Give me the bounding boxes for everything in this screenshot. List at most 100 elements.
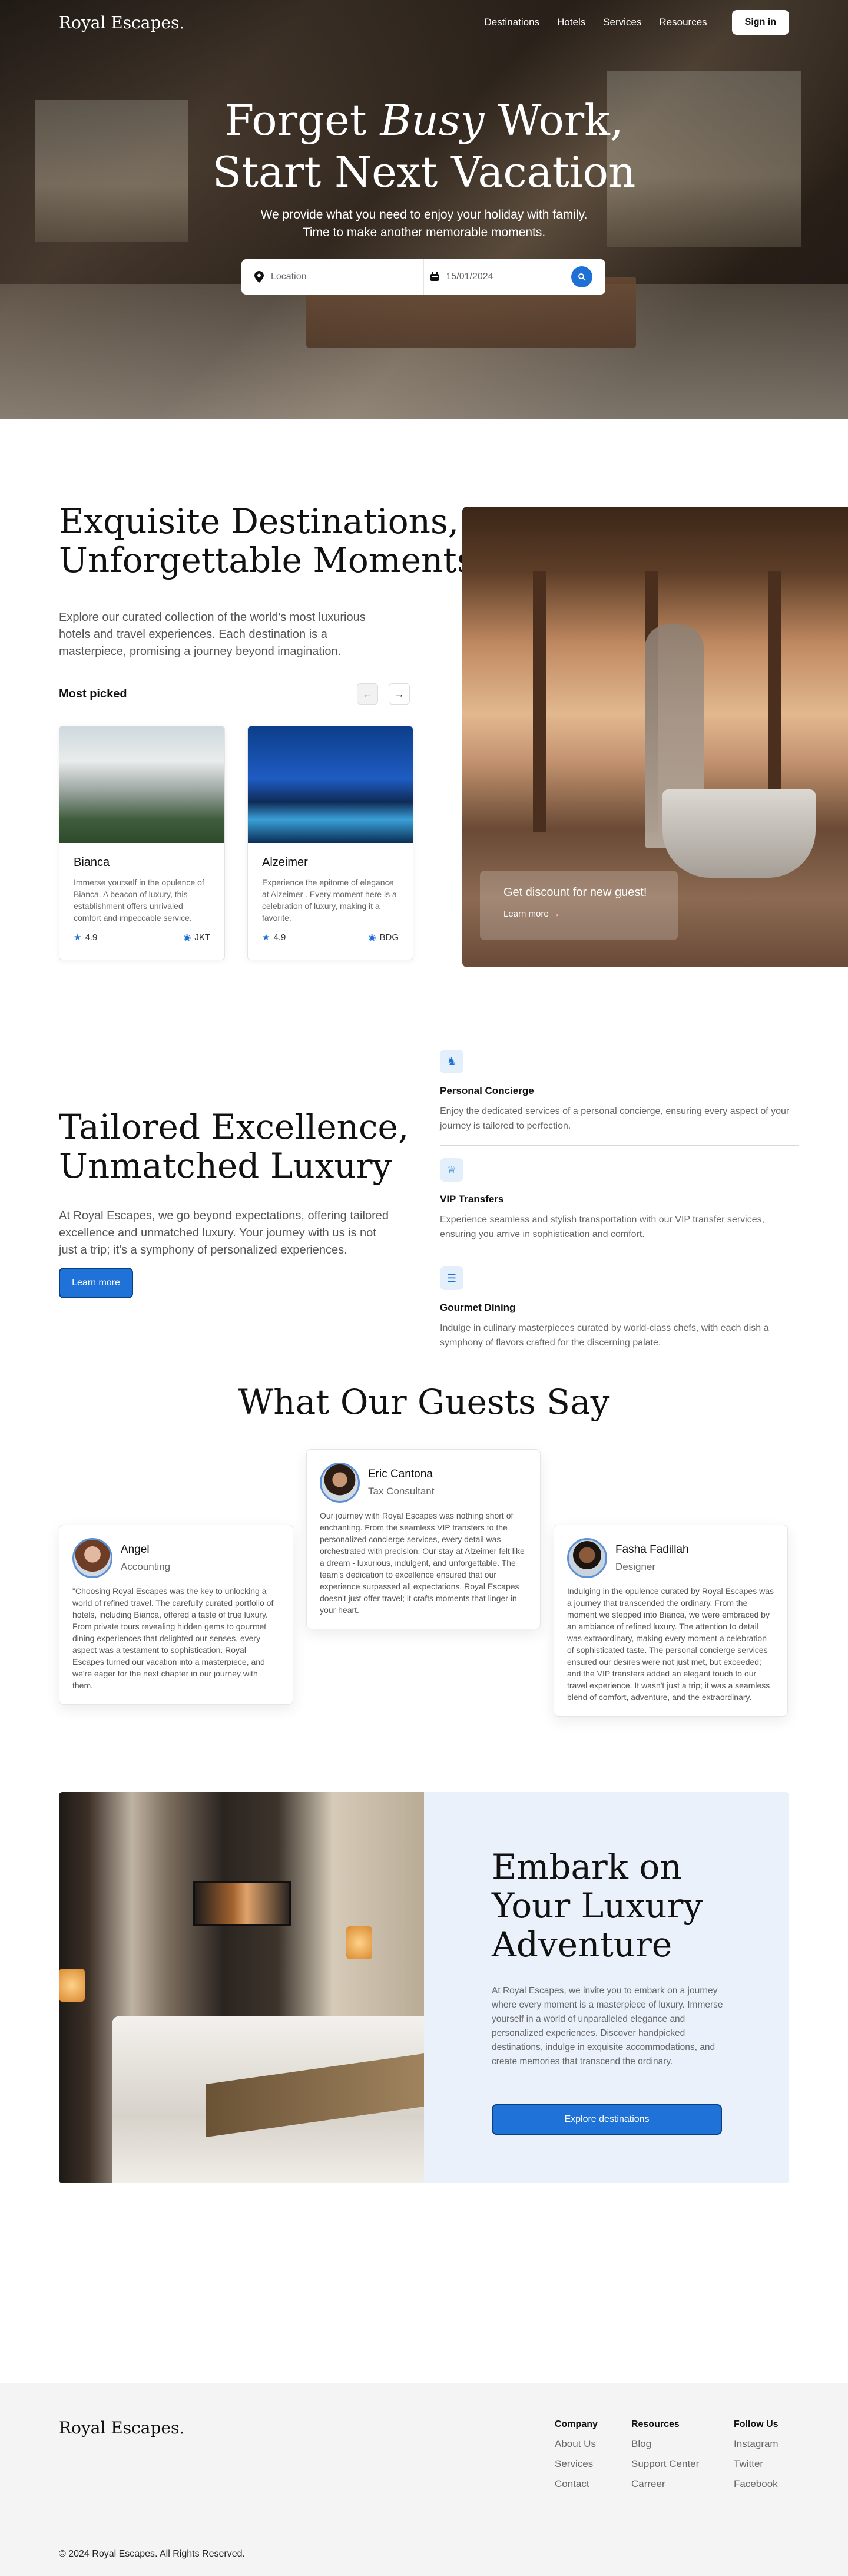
footer-link-blog[interactable]: Blog [631, 2438, 699, 2450]
copyright: © 2024 Royal Escapes. All Rights Reserve… [59, 2549, 245, 2559]
nav-link-hotels[interactable]: Hotels [557, 16, 585, 28]
location-field[interactable]: Location [249, 259, 423, 295]
footer-link-career[interactable]: Carreer [631, 2478, 699, 2490]
services-title-1: Tailored Excellence, [59, 1107, 409, 1147]
cta-title-3: Adventure [492, 1924, 673, 1965]
services-title-2: Unmatched Luxury [59, 1146, 392, 1186]
hotel-meta: ★ 4.9 ◉ JKT [74, 932, 210, 943]
lamp [59, 1969, 85, 2002]
hotel-card[interactable]: Bianca Immerse yourself in the opulence … [59, 726, 225, 960]
footer-logo[interactable]: Royal Escapes. [59, 2418, 184, 2438]
discount-promo[interactable]: Get discount for new guest! Learn more → [480, 871, 678, 940]
nav-link-resources[interactable]: Resources [659, 16, 707, 28]
discount-title: Get discount for new guest! [504, 886, 647, 899]
testimonial-text: Our journey with Royal Escapes was nothi… [320, 1511, 525, 1615]
explore-destinations-button[interactable]: Explore destinations [492, 2104, 722, 2135]
nav-link-destinations[interactable]: Destinations [484, 16, 539, 28]
feature-title: Gourmet Dining [440, 1302, 516, 1313]
footer-heading: Follow Us [734, 2419, 779, 2429]
hotel-location: ◉ BDG [368, 932, 399, 943]
destinations-section: Exquisite Destinations, Unforgettable Mo… [0, 419, 848, 1003]
testimonial-text: "Choosing Royal Escapes was the key to u… [72, 1586, 274, 1690]
prev-arrow-button[interactable]: ← [357, 683, 378, 705]
testimonial-author: Eric Cantona Tax Consultant [368, 1468, 434, 1497]
destinations-title-2: Unforgettable Moments [59, 540, 475, 580]
feature-item: ♞ Personal Concierge Enjoy the dedicated… [440, 1050, 799, 1146]
feature-description: Experience seamless and stylish transpor… [440, 1215, 765, 1239]
learn-more-button[interactable]: Learn more [59, 1268, 133, 1298]
arrow-right-icon: → [551, 909, 560, 919]
author-name: Fasha Fadillah [615, 1543, 689, 1556]
author-name: Angel [121, 1543, 150, 1556]
cta-description: At Royal Escapes, we invite you to embar… [492, 1986, 723, 2066]
calendar-icon [430, 272, 439, 281]
arrow-left-icon: ← [362, 687, 373, 700]
services-description: At Royal Escapes, we go beyond expectati… [59, 1209, 389, 1256]
location-placeholder: Location [271, 272, 307, 282]
feature-item: ☰ Gourmet Dining Indulge in culinary mas… [440, 1266, 799, 1350]
hero-title-post: Work, [484, 95, 624, 145]
hotel-description: Immerse yourself in the opulence of Bian… [74, 878, 204, 922]
testimonial-text: Indulging in the opulence curated by Roy… [567, 1586, 774, 1702]
footer-link-support[interactable]: Support Center [631, 2458, 699, 2470]
testimonial-header: Angel Accounting [72, 1538, 280, 1578]
hero-title: Forget Busy Work, Start Next Vacation [0, 94, 848, 198]
brand-logo[interactable]: Royal Escapes. [59, 13, 184, 32]
hotel-image [248, 726, 413, 843]
nav-link-services[interactable]: Services [603, 16, 641, 28]
hotel-rating-value: 4.9 [85, 932, 98, 943]
crown-icon: ♕ [440, 1158, 463, 1182]
star-icon: ★ [262, 932, 270, 943]
location-pin-icon: ◉ [183, 932, 191, 943]
author-role: Tax Consultant [368, 1486, 435, 1497]
nav-links: Destinations Hotels Services Resources S… [484, 10, 789, 35]
cta-banner: Embark on Your Luxury Adventure At Royal… [59, 1792, 789, 2183]
footer-col-company: Company About Us Services Contact [555, 2419, 598, 2490]
footer-link-instagram[interactable]: Instagram [734, 2438, 779, 2450]
search-bar: Location 15/01/2024 [241, 259, 605, 295]
discount-learn-more-link[interactable]: Learn more → [504, 909, 654, 919]
window-frame [533, 571, 546, 832]
hotel-card-body: Bianca Immerse yourself in the opulence … [59, 843, 224, 955]
hero-section: Royal Escapes. Destinations Hotels Servi… [0, 0, 848, 419]
dining-icon: ☰ [440, 1266, 463, 1290]
top-nav: Royal Escapes. Destinations Hotels Servi… [0, 0, 848, 45]
footer-link-twitter[interactable]: Twitter [734, 2458, 779, 2470]
cta-image [59, 1792, 424, 2183]
star-icon: ★ [74, 932, 82, 943]
testimonial-card: Eric Cantona Tax Consultant Our journey … [306, 1449, 541, 1629]
location-pin-icon: ◉ [368, 932, 376, 943]
footer-link-services[interactable]: Services [555, 2458, 598, 2470]
feature-title: VIP Transfers [440, 1193, 504, 1205]
lamp [346, 1926, 372, 1959]
testimonial-header: Eric Cantona Tax Consultant [320, 1463, 527, 1503]
next-arrow-button[interactable]: → [389, 683, 410, 705]
footer-heading: Company [555, 2419, 598, 2429]
cta-title-2: Your Luxury [492, 1886, 703, 1926]
avatar [567, 1538, 607, 1578]
footer-link-facebook[interactable]: Facebook [734, 2478, 779, 2490]
hero-subtitle: We provide what you need to enjoy your h… [0, 206, 848, 242]
date-field[interactable]: 15/01/2024 [423, 259, 599, 295]
testimonial-header: Fasha Fadillah Designer [567, 1538, 774, 1578]
cta-title: Embark on Your Luxury Adventure [492, 1847, 703, 1964]
services-section: Tailored Excellence, Unmatched Luxury At… [0, 1003, 848, 1348]
footer: Royal Escapes. Company About Us Services… [0, 2383, 848, 2576]
location-pin-icon [254, 271, 264, 283]
signin-button[interactable]: Sign in [731, 10, 789, 35]
footer-link-contact[interactable]: Contact [555, 2478, 598, 2490]
bathtub [662, 789, 816, 878]
hotel-rating: ★ 4.9 [74, 932, 97, 943]
testimonial-card: Fasha Fadillah Designer Indulging in the… [554, 1525, 788, 1717]
hotel-card[interactable]: Alzeimer Experience the epitome of elega… [247, 726, 413, 960]
feature-divider [440, 1145, 799, 1146]
hero-subtitle-1: We provide what you need to enjoy your h… [260, 208, 588, 221]
footer-link-about[interactable]: About Us [555, 2438, 598, 2450]
hotel-location-code: JKT [194, 932, 210, 943]
hero-title-pre: Forget [224, 95, 380, 145]
search-button[interactable] [571, 266, 592, 287]
hotel-rating: ★ 4.9 [262, 932, 286, 943]
services-title: Tailored Excellence, Unmatched Luxury [59, 1107, 409, 1185]
hotel-meta: ★ 4.9 ◉ BDG [262, 932, 399, 943]
hotel-name: Alzeimer [262, 856, 308, 869]
